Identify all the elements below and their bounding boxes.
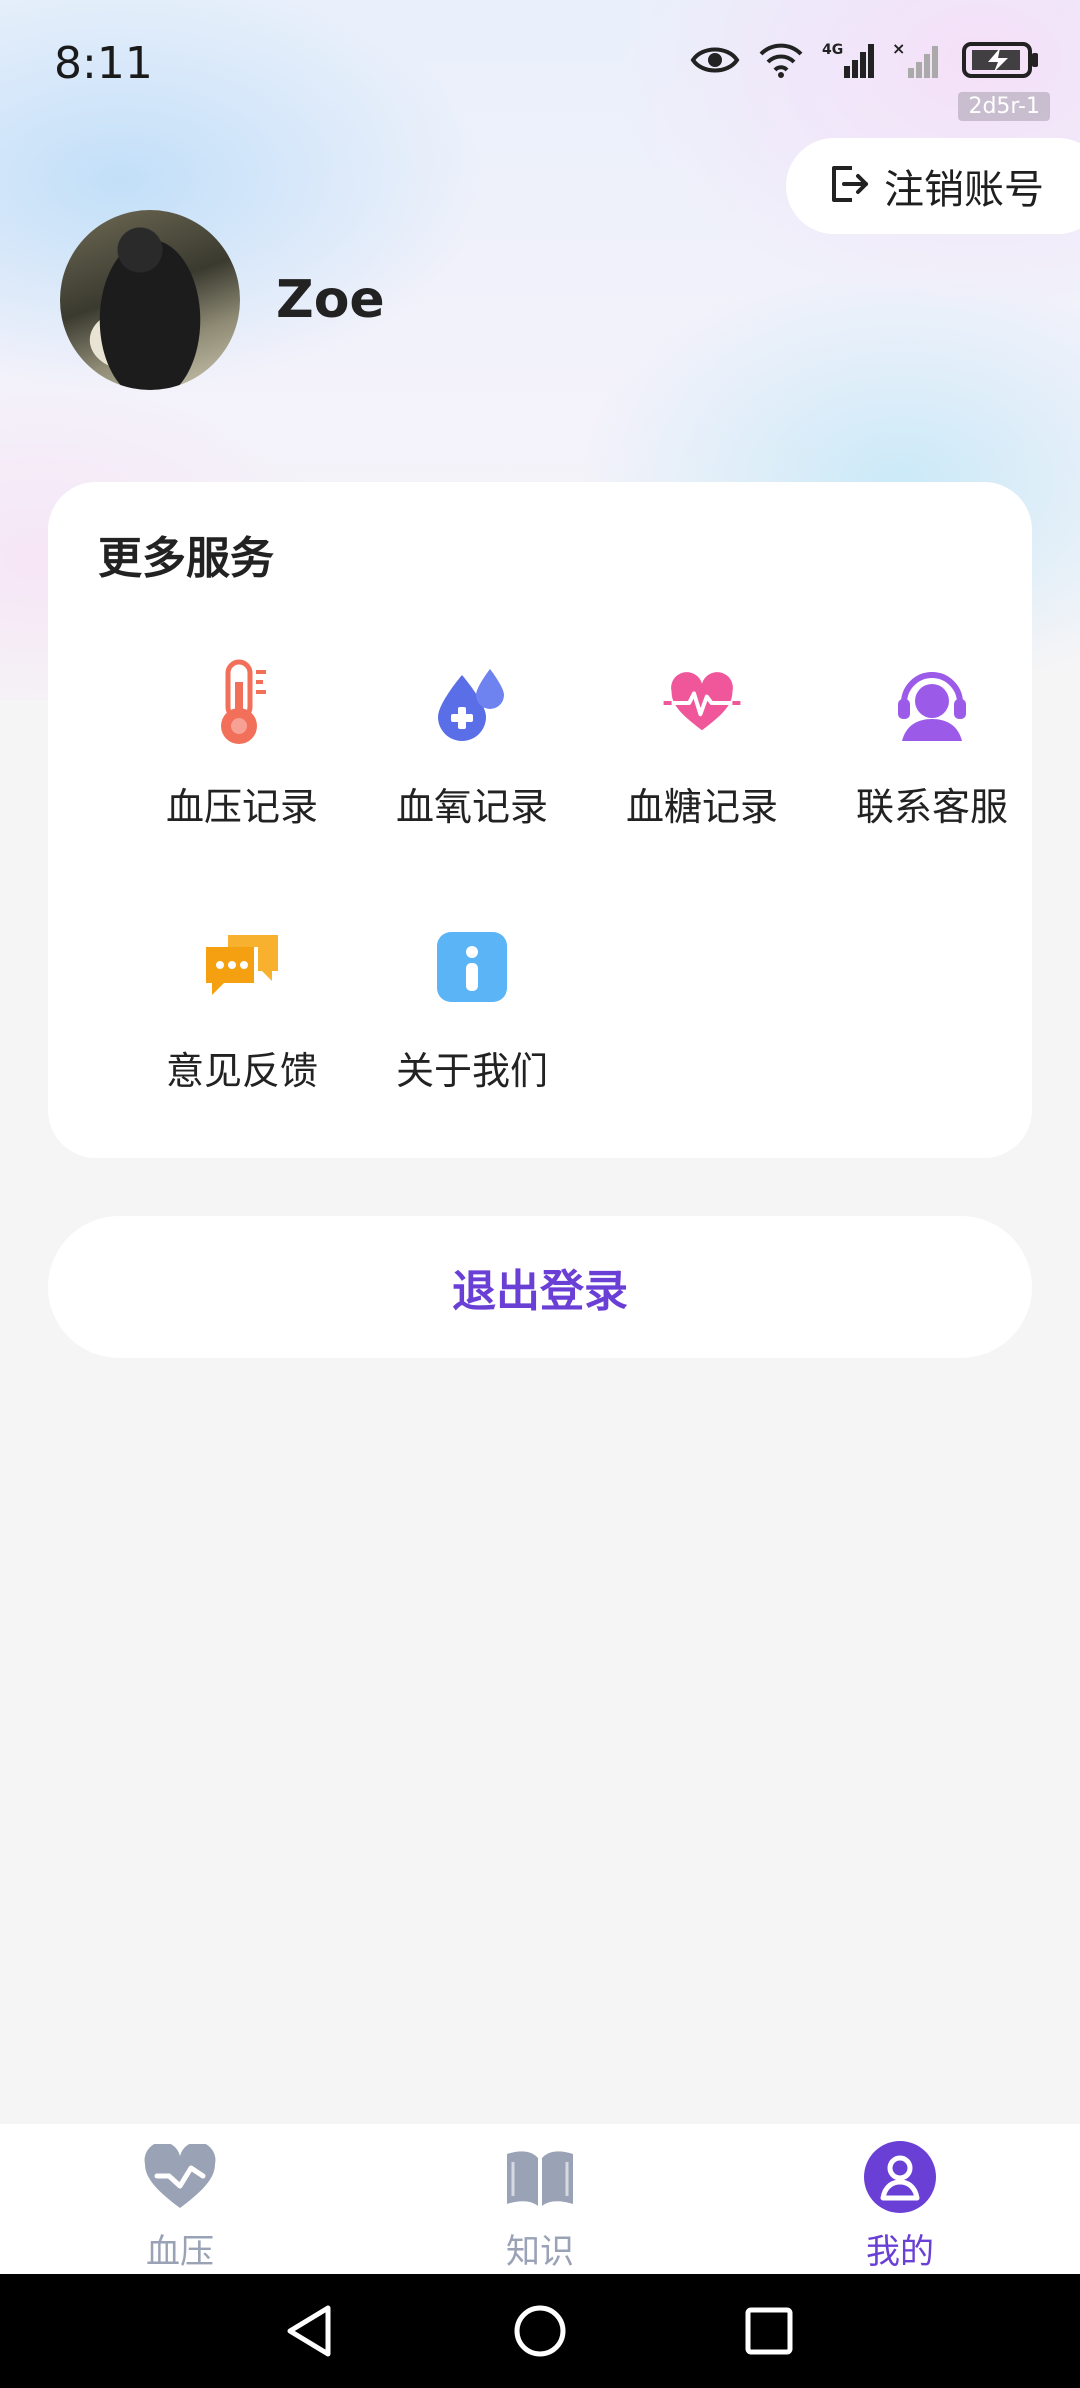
nav-tab-blood-pressure[interactable]: 血压 <box>80 2124 280 2274</box>
avatar[interactable] <box>60 210 240 390</box>
heart-icon <box>143 2140 217 2214</box>
battery-charging-icon <box>962 40 1040 80</box>
build-tag: 2d5r-1 <box>958 92 1050 121</box>
username: Zoe <box>276 270 385 330</box>
status-bar: 8:11 4G × 2d5r-1 <box>0 0 1080 130</box>
services-title: 更多服务 <box>98 533 274 584</box>
headset-icon <box>892 658 972 748</box>
services-card: 更多服务 血压记录 血氧记录 血糖记录 联系客服 意见反馈 关于我们 <box>48 482 1032 1158</box>
cancel-account-label: 注销账号 <box>884 167 1044 213</box>
status-time: 8:11 <box>54 38 153 89</box>
service-label: 血糖记录 <box>625 785 778 829</box>
thermometer-icon <box>202 658 282 748</box>
service-blood-sugar-record[interactable]: 血糖记录 <box>592 658 812 858</box>
logout-button[interactable]: 退出登录 <box>48 1216 1032 1358</box>
signal-no-sim-icon: × <box>892 40 944 80</box>
home-icon[interactable] <box>507 2298 573 2364</box>
service-blood-oxygen-record[interactable]: 血氧记录 <box>362 658 582 858</box>
svg-text:×: × <box>892 40 905 58</box>
service-about-us[interactable]: 关于我们 <box>362 922 582 1122</box>
profile-icon <box>863 2140 937 2214</box>
nav-tab-mine[interactable]: 我的 <box>800 2124 1000 2274</box>
logout-door-icon <box>826 162 870 210</box>
recents-icon[interactable] <box>736 2298 802 2364</box>
book-icon <box>503 2140 577 2214</box>
system-nav-bar <box>0 2274 1080 2388</box>
service-label: 关于我们 <box>395 1049 548 1093</box>
heart-pulse-icon <box>662 658 742 748</box>
service-label: 联系客服 <box>855 785 1008 829</box>
service-label: 血氧记录 <box>395 785 548 829</box>
eye-icon <box>690 42 740 78</box>
service-label: 意见反馈 <box>165 1049 318 1093</box>
nav-label: 血压 <box>146 2232 214 2272</box>
back-icon[interactable] <box>276 2298 342 2364</box>
nav-label: 我的 <box>866 2232 934 2272</box>
chat-bubble-icon <box>202 922 282 1012</box>
service-label: 血压记录 <box>165 785 318 829</box>
bottom-nav: 血压 知识 我的 <box>0 2124 1080 2274</box>
status-icons: 4G × <box>690 40 1040 80</box>
service-blood-pressure-record[interactable]: 血压记录 <box>132 658 352 858</box>
water-drop-icon <box>432 658 512 748</box>
nav-tab-knowledge[interactable]: 知识 <box>440 2124 640 2274</box>
signal-4g-icon: 4G <box>822 40 874 80</box>
nav-label: 知识 <box>506 2232 574 2272</box>
cancel-account-button[interactable]: 注销账号 <box>786 138 1080 234</box>
wifi-icon <box>758 41 804 79</box>
info-icon <box>432 922 512 1012</box>
service-contact-support[interactable]: 联系客服 <box>822 658 1042 858</box>
svg-text:4G: 4G <box>822 42 843 58</box>
service-feedback[interactable]: 意见反馈 <box>132 922 352 1122</box>
